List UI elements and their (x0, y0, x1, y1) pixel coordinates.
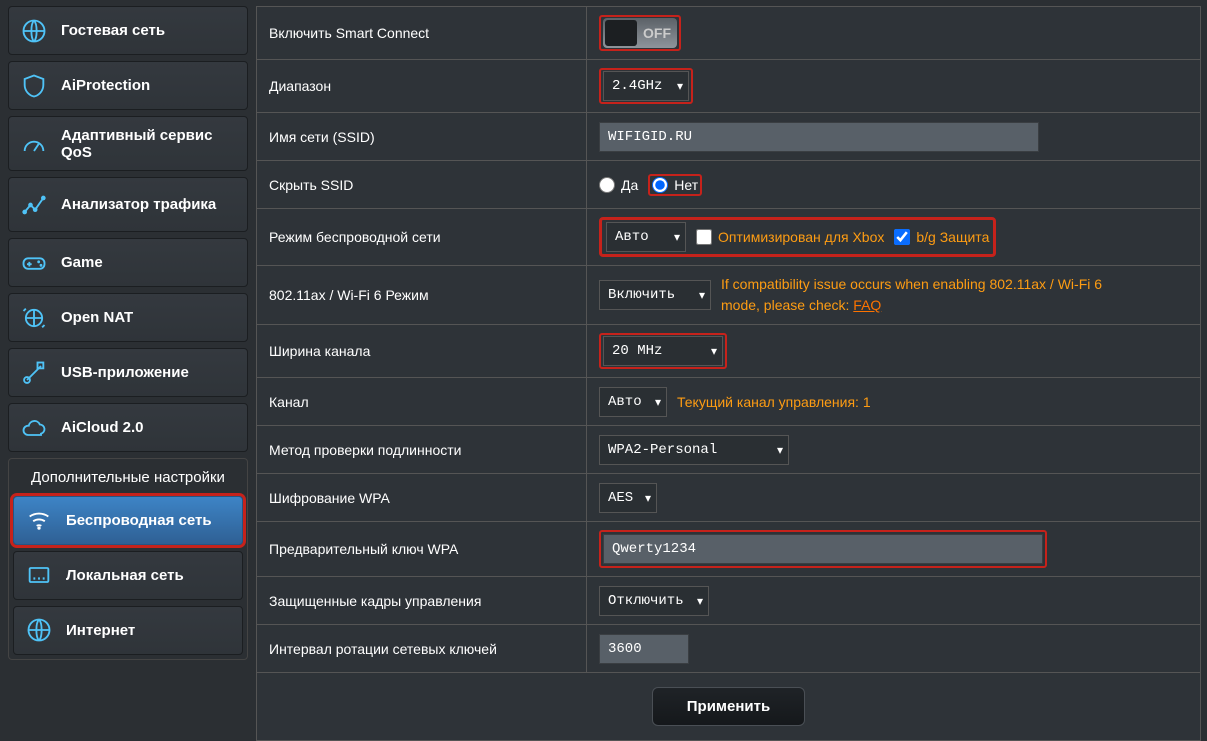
cipher-select[interactable]: AES (599, 483, 657, 513)
label-width: Ширина канала (257, 325, 587, 377)
chart-nodes-icon (19, 190, 49, 220)
row-band: Диапазон 2.4GHz (257, 60, 1200, 113)
row-cipher: Шифрование WPA AES (257, 474, 1200, 522)
auth-select[interactable]: WPA2-Personal (599, 435, 789, 465)
row-pmf: Защищенные кадры управления Отключить (257, 577, 1200, 625)
sidebar-item-traffic[interactable]: Анализатор трафика (8, 177, 248, 232)
globe-arrows-icon (19, 303, 49, 333)
sidebar-item-usb[interactable]: USB-приложение (8, 348, 248, 397)
ssid-input[interactable] (599, 122, 1039, 152)
gamepad-icon (19, 248, 49, 278)
label-cipher: Шифрование WPA (257, 474, 587, 521)
sidebar-item-label: Адаптивный сервис QoS (61, 127, 237, 161)
channel-select[interactable]: Авто (599, 387, 667, 417)
sidebar-item-opennat[interactable]: Open NAT (8, 293, 248, 342)
main-panel: Включить Smart Connect OFF Диапазон 2.4G… (256, 0, 1207, 717)
apply-row: Применить (257, 673, 1200, 740)
sidebar-item-game[interactable]: Game (8, 238, 248, 287)
band-select[interactable]: 2.4GHz (603, 71, 689, 101)
sidebar-item-lan[interactable]: Локальная сеть (13, 551, 243, 600)
sidebar-item-label: AiCloud 2.0 (61, 419, 144, 436)
sidebar-item-guest[interactable]: Гостевая сеть (8, 6, 248, 55)
width-select[interactable]: 20 MHz (603, 336, 723, 366)
row-ax: 802.11ax / Wi-Fi 6 Режим Включить If com… (257, 266, 1200, 325)
cloud-icon (19, 413, 49, 443)
sidebar: Гостевая сеть AiProtection Адаптивный се… (0, 0, 256, 717)
hide-ssid-yes-radio[interactable] (599, 177, 615, 193)
sidebar-item-label: Беспроводная сеть (66, 512, 212, 529)
sidebar-item-label: Анализатор трафика (61, 196, 216, 213)
row-wmode: Режим беспроводной сети Авто Оптимизиров… (257, 209, 1200, 266)
gauge-icon (19, 129, 49, 159)
label-channel: Канал (257, 378, 587, 425)
shield-icon (19, 71, 49, 101)
label-wmode: Режим беспроводной сети (257, 209, 587, 265)
row-rekey: Интервал ротации сетевых ключей (257, 625, 1200, 673)
label-ssid: Имя сети (SSID) (257, 113, 587, 160)
row-ssid: Имя сети (SSID) (257, 113, 1200, 161)
row-channel: Канал Авто Текущий канал управления: 1 (257, 378, 1200, 426)
sidebar-item-label: Интернет (66, 622, 135, 639)
label-rekey: Интервал ротации сетевых ключей (257, 625, 587, 672)
label-ax: 802.11ax / Wi-Fi 6 Режим (257, 266, 587, 324)
sidebar-item-label: Game (61, 254, 103, 271)
faq-link[interactable]: FAQ (853, 297, 881, 313)
sidebar-item-qos[interactable]: Адаптивный сервис QoS (8, 116, 248, 171)
globe-icon (24, 615, 54, 645)
wireless-settings-table: Включить Smart Connect OFF Диапазон 2.4G… (256, 6, 1201, 741)
label-pmf: Защищенные кадры управления (257, 577, 587, 624)
apply-button[interactable]: Применить (652, 687, 805, 726)
sidebar-item-wireless[interactable]: Беспроводная сеть (13, 496, 243, 545)
row-smart-connect: Включить Smart Connect OFF (257, 7, 1200, 60)
label-hide-ssid: Скрыть SSID (257, 161, 587, 208)
row-auth: Метод проверки подлинности WPA2-Personal (257, 426, 1200, 474)
sidebar-item-label: AiProtection (61, 77, 150, 94)
sidebar-advanced-title: Дополнительные настройки (9, 461, 247, 492)
label-auth: Метод проверки подлинности (257, 426, 587, 473)
sidebar-item-label: Open NAT (61, 309, 133, 326)
globe-network-icon (19, 16, 49, 46)
psk-input[interactable] (603, 534, 1043, 564)
sidebar-item-label: Гостевая сеть (61, 22, 165, 39)
sidebar-item-internet[interactable]: Интернет (13, 606, 243, 655)
channel-hint: Текущий канал управления: 1 (677, 394, 871, 410)
ethernet-icon (24, 560, 54, 590)
label-smart-connect: Включить Smart Connect (257, 7, 587, 59)
sidebar-item-aiprotection[interactable]: AiProtection (8, 61, 248, 110)
pmf-select[interactable]: Отключить (599, 586, 709, 616)
row-psk: Предварительный ключ WPA (257, 522, 1200, 577)
sidebar-item-aicloud[interactable]: AiCloud 2.0 (8, 403, 248, 452)
row-hide-ssid: Скрыть SSID Да Нет (257, 161, 1200, 209)
sidebar-advanced-group: Дополнительные настройки Беспроводная се… (8, 458, 248, 660)
sidebar-item-label: USB-приложение (61, 364, 189, 381)
smart-connect-toggle[interactable]: OFF (603, 18, 677, 48)
wifi-icon (24, 505, 54, 535)
label-band: Диапазон (257, 60, 587, 112)
sidebar-item-label: Локальная сеть (66, 567, 184, 584)
wmode-select[interactable]: Авто (606, 222, 686, 252)
label-psk: Предварительный ключ WPA (257, 522, 587, 576)
bg-protect-checkbox[interactable] (894, 229, 910, 245)
ax-select[interactable]: Включить (599, 280, 711, 310)
row-width: Ширина канала 20 MHz (257, 325, 1200, 378)
hide-ssid-no-radio[interactable] (652, 177, 668, 193)
xbox-checkbox[interactable] (696, 229, 712, 245)
usb-icon (19, 358, 49, 388)
rekey-input[interactable] (599, 634, 689, 664)
